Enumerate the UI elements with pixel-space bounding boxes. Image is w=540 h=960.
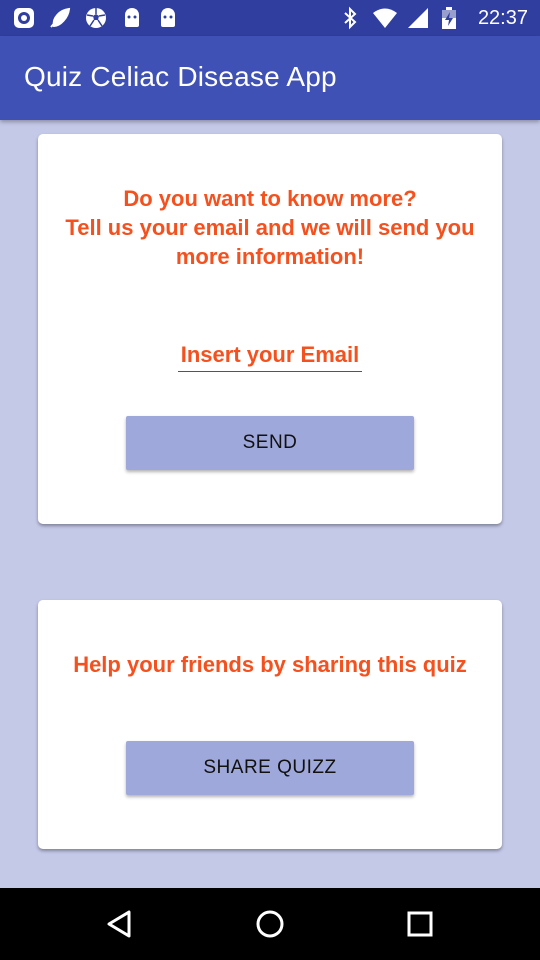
app-title: Quiz Celiac Disease App: [24, 61, 337, 92]
home-icon[interactable]: [246, 900, 294, 948]
app-bar: Quiz Celiac Disease App: [0, 36, 540, 120]
signal-icon: [406, 6, 430, 30]
email-card-message: Do you want to know more? Tell us your e…: [65, 186, 475, 269]
email-field[interactable]: [178, 338, 362, 372]
wifi-icon: [372, 6, 397, 30]
share-quiz-button[interactable]: SHARE QUIZZ: [126, 741, 414, 795]
recents-icon[interactable]: [396, 900, 444, 948]
system-status-icons: 22:37: [338, 6, 528, 30]
soccer-ball-icon: [84, 6, 108, 30]
email-card: Do you want to know more? Tell us your e…: [38, 134, 502, 524]
app-notification-icon: [12, 6, 36, 30]
share-card-message: Help your friends by sharing this quiz: [73, 652, 467, 677]
back-icon[interactable]: [96, 900, 144, 948]
leaf-notification-icon: [48, 6, 72, 30]
android-icon: [156, 6, 180, 30]
bluetooth-icon: [338, 6, 362, 30]
battery-charging-icon: [440, 6, 464, 30]
share-card: Help your friends by sharing this quiz S…: [38, 600, 502, 849]
send-button[interactable]: SEND: [126, 416, 414, 470]
notification-icons: [12, 6, 180, 30]
navigation-bar: [0, 888, 540, 960]
status-time: 22:37: [477, 6, 528, 29]
status-bar: 22:37: [0, 0, 540, 36]
android-icon: [120, 6, 144, 30]
